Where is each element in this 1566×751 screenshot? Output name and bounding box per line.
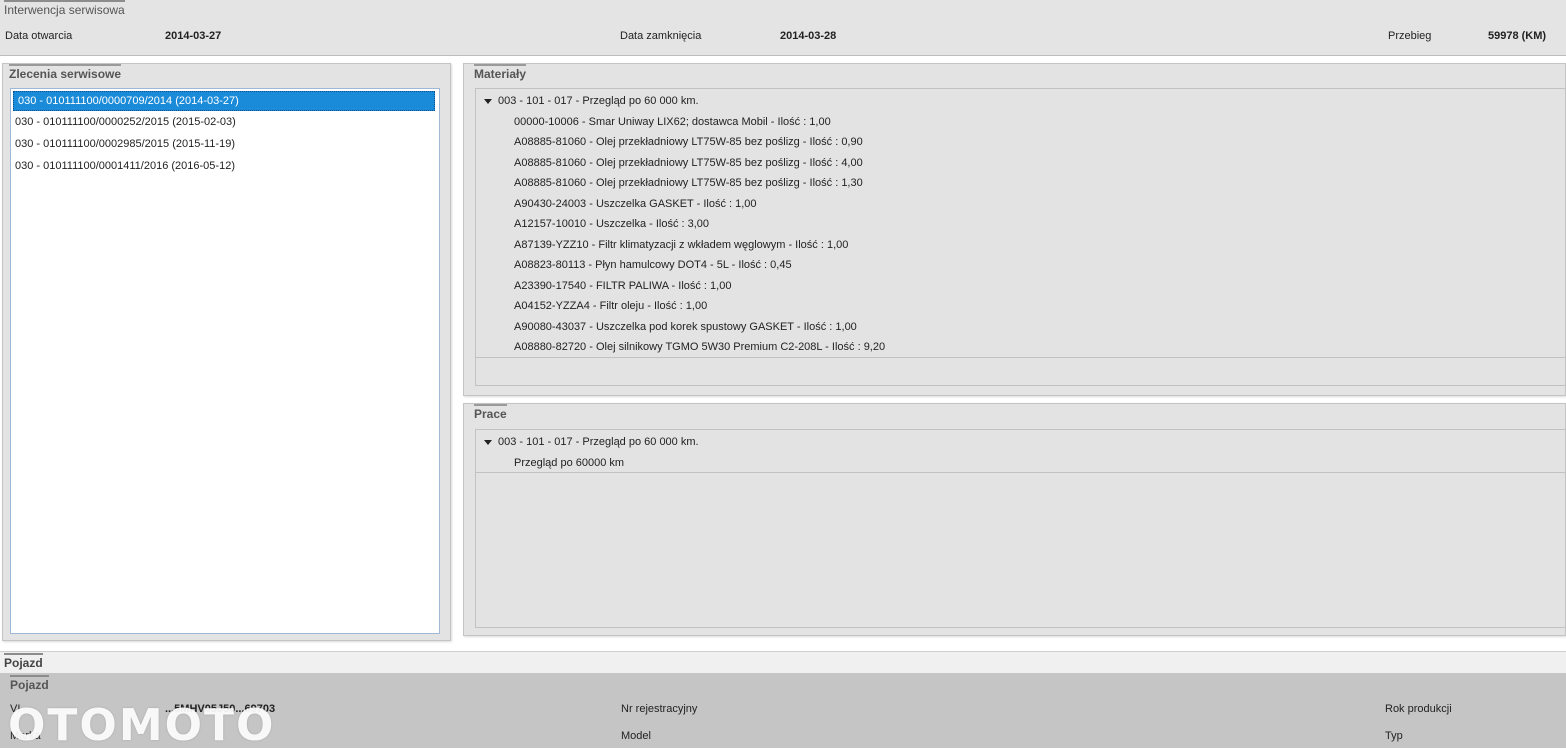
- works-tree: 003 - 101 - 017 - Przegląd po 60 000 km.…: [475, 429, 1566, 628]
- materials-tree-item[interactable]: A08885-81060 - Olej przekładniowy LT75W-…: [476, 153, 1565, 174]
- materials-tree-item[interactable]: A12157-10010 - Uszczelka - Ilość : 3,00: [476, 214, 1565, 235]
- materials-tree-item[interactable]: 00000-10006 - Smar Uniway LIX62; dostawc…: [476, 112, 1565, 133]
- materials-tree-item[interactable]: A08885-81060 - Olej przekładniowy LT75W-…: [476, 132, 1565, 153]
- mileage-label: Przebieg: [1388, 30, 1432, 42]
- works-root-label: 003 - 101 - 017 - Przegląd po 60 000 km.: [498, 436, 699, 448]
- collapse-arrow-icon[interactable]: [484, 99, 492, 104]
- materials-panel-title: Materiały: [474, 64, 527, 81]
- close-date-value: 2014-03-28: [780, 30, 837, 42]
- materials-root-label: 003 - 101 - 017 - Przegląd po 60 000 km.: [498, 95, 699, 107]
- mileage-value: 59978 (KM): [1488, 30, 1547, 42]
- materials-tree-item[interactable]: A90080-43037 - Uszczelka pod korek spust…: [476, 317, 1565, 338]
- open-date-label: Data otwarcia: [5, 30, 73, 42]
- materials-tree: 003 - 101 - 017 - Przegląd po 60 000 km.…: [475, 88, 1566, 386]
- orders-list[interactable]: 030 - 010111100/0000709/2014 (2014-03-27…: [10, 88, 440, 634]
- materials-divider: [476, 357, 1565, 358]
- orders-panel-title: Zlecenia serwisowe: [9, 64, 122, 81]
- production-year-label: Rok produkcji: [1385, 703, 1452, 715]
- intervention-title: Interwencja serwisowa: [4, 0, 125, 17]
- order-item[interactable]: 030 - 010111100/0000252/2015 (2015-02-03…: [11, 111, 439, 133]
- vehicle-panel-title: Pojazd: [10, 675, 49, 692]
- vehicle-strip: Pojazd: [0, 651, 1566, 673]
- otomoto-watermark-logo: OTOMOTO: [8, 700, 276, 751]
- materials-items: 00000-10006 - Smar Uniway LIX62; dostawc…: [476, 112, 1565, 358]
- materials-tree-item[interactable]: A08885-81060 - Olej przekładniowy LT75W-…: [476, 173, 1565, 194]
- materials-tree-item[interactable]: A87139-YZZ10 - Filtr klimatyzacji z wkła…: [476, 235, 1565, 256]
- collapse-arrow-icon[interactable]: [484, 440, 492, 445]
- model-label: Model: [621, 730, 651, 742]
- open-date-value: 2014-03-27: [165, 30, 222, 42]
- works-tree-item[interactable]: Przegląd po 60000 km: [476, 453, 1565, 473]
- materials-tree-item[interactable]: A23390-17540 - FILTR PALIWA - Ilość : 1,…: [476, 276, 1565, 297]
- materials-tree-item[interactable]: A90430-24003 - Uszczelka GASKET - Ilość …: [476, 194, 1565, 215]
- works-tree-root[interactable]: 003 - 101 - 017 - Przegląd po 60 000 km.: [476, 432, 1565, 453]
- order-item[interactable]: 030 - 010111100/0002985/2015 (2015-11-19…: [11, 133, 439, 155]
- registration-label: Nr rejestracyjny: [621, 703, 698, 715]
- order-item[interactable]: 030 - 010111100/0001411/2016 (2016-05-12…: [11, 155, 439, 177]
- materials-tree-root[interactable]: 003 - 101 - 017 - Przegląd po 60 000 km.: [476, 91, 1565, 112]
- intervention-header: Interwencja serwisowa Data otwarcia 2014…: [0, 0, 1566, 56]
- materials-tree-item[interactable]: A08880-82720 - Olej silnikowy TGMO 5W30 …: [476, 337, 1565, 358]
- close-date-label: Data zamknięcia: [620, 30, 702, 42]
- type-label: Typ: [1385, 730, 1403, 742]
- materials-tree-item[interactable]: A08823-80113 - Płyn hamulcowy DOT4 - 5L …: [476, 255, 1565, 276]
- vehicle-strip-title: Pojazd: [4, 653, 43, 670]
- materials-tree-item[interactable]: A04152-YZZA4 - Filtr oleju - Ilość : 1,0…: [476, 296, 1565, 317]
- order-item-selected[interactable]: 030 - 010111100/0000709/2014 (2014-03-27…: [13, 91, 435, 111]
- works-panel-title: Prace: [474, 404, 507, 421]
